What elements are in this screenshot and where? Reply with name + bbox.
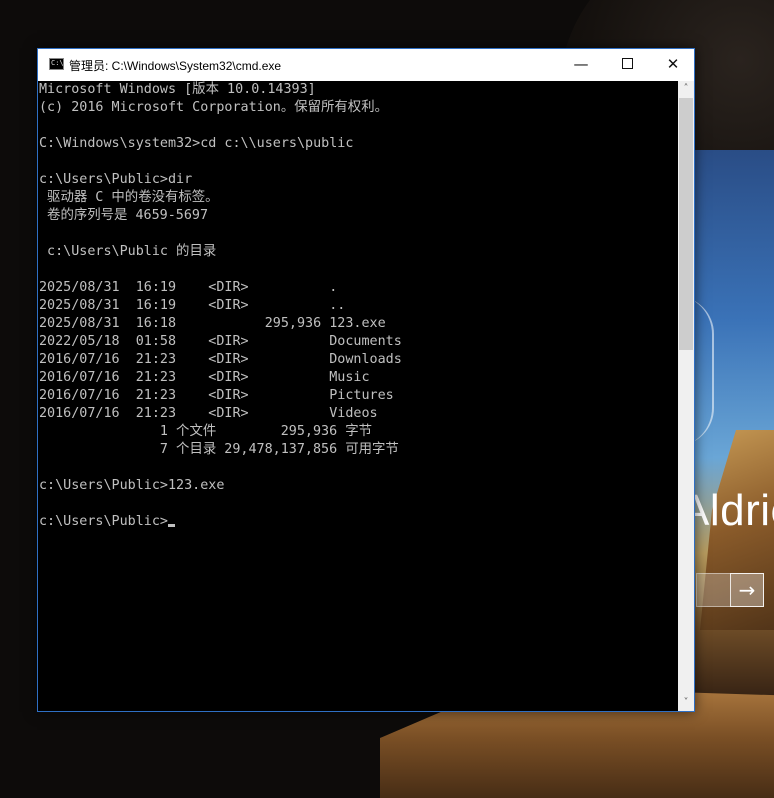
window-title: 管理员: C:\Windows\System32\cmd.exe (69, 59, 282, 73)
console-line: 2022/05/18 01:58 <DIR> Documents (39, 334, 402, 349)
scrollbar-thumb[interactable] (679, 98, 693, 350)
console-line: c:\Users\Public> (39, 514, 168, 529)
console-line: 2016/07/16 21:23 <DIR> Downloads (39, 352, 402, 367)
console-line: Microsoft Windows [版本 10.0.14393] (39, 82, 316, 97)
console-line: 2025/08/31 16:19 <DIR> . (39, 280, 338, 295)
cmd-window[interactable]: C:\ 管理员: C:\Windows\System32\cmd.exe — ✕… (37, 48, 695, 712)
text-cursor (168, 524, 175, 527)
minimize-button[interactable]: — (558, 49, 604, 81)
console-line: c:\Users\Public>123.exe (39, 478, 225, 493)
console-text: Microsoft Windows [版本 10.0.14393] (c) 20… (38, 81, 678, 531)
console-line: 驱动器 C 中的卷没有标签。 (39, 190, 219, 205)
vertical-scrollbar[interactable]: ˄ ˅ (678, 81, 694, 711)
console-line: 2016/07/16 21:23 <DIR> Pictures (39, 388, 394, 403)
console-line: 2016/07/16 21:23 <DIR> Videos (39, 406, 378, 421)
close-icon: ✕ (666, 55, 680, 73)
console-line: (c) 2016 Microsoft Corporation。保留所有权利。 (39, 100, 388, 115)
maximize-icon (621, 57, 633, 69)
arrow-right-icon[interactable]: → (730, 573, 764, 607)
console-line: c:\Users\Public 的目录 (39, 244, 217, 259)
title-bar[interactable]: C:\ 管理员: C:\Windows\System32\cmd.exe — ✕ (38, 49, 694, 81)
console-line: 1 个文件 295,936 字节 (39, 424, 372, 439)
close-button[interactable]: ✕ (650, 49, 696, 81)
scroll-down-arrow-icon[interactable]: ˅ (678, 695, 694, 711)
console-icon[interactable]: C:\ (49, 58, 64, 70)
scroll-up-arrow-icon[interactable]: ˄ (678, 81, 694, 97)
console-line: 卷的序列号是 4659-5697 (39, 208, 209, 223)
maximize-button[interactable] (604, 49, 650, 81)
console-line: C:\Windows\system32>cd c:\\users\public (39, 136, 354, 151)
console-line: c:\Users\Public>dir (39, 172, 193, 187)
console-line: 2016/07/16 21:23 <DIR> Music (39, 370, 370, 385)
console-line: 7 个目录 29,478,137,856 可用字节 (39, 442, 399, 457)
minimize-icon: — (573, 55, 589, 73)
console-line: 2025/08/31 16:18 295,936 123.exe (39, 316, 386, 331)
console-line: 2025/08/31 16:19 <DIR> .. (39, 298, 346, 313)
console-output[interactable]: Microsoft Windows [版本 10.0.14393] (c) 20… (38, 81, 678, 711)
